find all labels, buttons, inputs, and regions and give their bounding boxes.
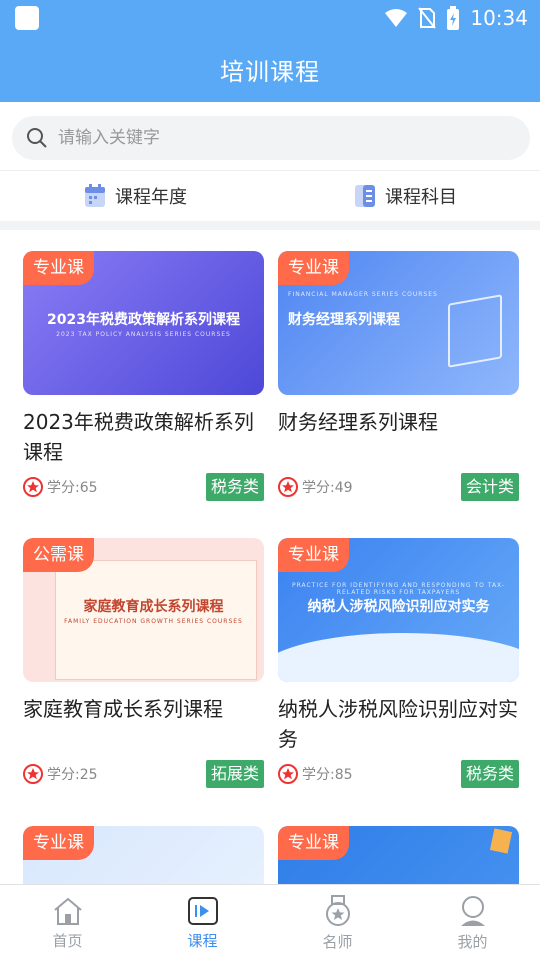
course-card[interactable]: 2023年税费政策解析系列课程 2023 TAX POLICY ANALYSIS… [23,251,264,501]
thumbnail-title: 纳税人涉税风险识别应对实务 [307,599,490,615]
course-type-badge: 公需课 [23,538,94,572]
thumbnail-title: 2023年税费政策解析系列课程 [47,312,240,328]
course-card[interactable]: 纳税人涉税风险识别应对实务 PRACTICE FOR IDENTIFYING A… [278,538,519,788]
course-credit: 学分:65 [23,477,98,497]
wave-illustration [278,633,519,682]
course-thumbnail: 专业课 [23,826,264,884]
bottom-tab-bar: 首页 课程 名师 我的 [0,884,540,961]
star-badge-icon [23,764,43,784]
star-badge-icon [23,477,43,497]
course-type-badge: 专业课 [278,826,349,860]
course-type-badge: 专业课 [23,251,94,285]
filter-bar: 课程年度 课程科目 [0,170,540,221]
course-thumbnail: 专业课 [278,826,519,884]
credit-text: 学分:25 [47,767,98,783]
home-icon [53,897,82,925]
filter-course-year[interactable]: 课程年度 [0,171,270,221]
title-bar: 培训课程 [0,36,540,102]
credit-text: 学分:49 [302,480,353,496]
credit-text: 学分:85 [302,767,353,783]
course-list: 2023年税费政策解析系列课程 2023 TAX POLICY ANALYSIS… [0,230,540,884]
filter-label: 课程年度 [115,187,187,208]
battery-icon [447,6,460,30]
tab-label: 课程 [187,931,218,950]
course-card[interactable]: 专业课 [23,826,264,884]
medal-icon [325,894,350,926]
wifi-icon [385,9,408,27]
course-card[interactable]: 财务经理系列课程 FINANCIAL MANAGER SERIES COURSE… [278,251,519,501]
chart-illustration [448,294,502,368]
no-sim-icon [418,7,437,29]
course-thumbnail: 2023年税费政策解析系列课程 2023 TAX POLICY ANALYSIS… [23,251,264,395]
tab-teachers[interactable]: 名师 [270,885,405,961]
list-icon [355,185,375,207]
thumbnail-subtitle: FINANCIAL MANAGER SERIES COURSES [288,291,438,298]
thumbnail-subtitle: 2023 TAX POLICY ANALYSIS SERIES COURSES [56,331,231,338]
page-title: 培训课程 [220,57,320,86]
tab-profile[interactable]: 我的 [405,885,540,961]
category-tag: 税务类 [460,760,519,788]
thumbnail-title: 家庭教育成长系列课程 [83,599,224,615]
course-card[interactable]: 专业课 [278,826,519,884]
tab-courses[interactable]: 课程 [135,885,270,961]
star-badge-icon [278,764,298,784]
course-card[interactable]: 家庭教育成长系列课程 FAMILY EDUCATION GROWTH SERIE… [23,538,264,788]
category-tag: 会计类 [460,473,519,501]
course-title: 2023年税费政策解析系列课程 [23,410,254,464]
note-illustration [489,828,513,854]
filter-label: 课程科目 [385,187,457,208]
tab-home[interactable]: 首页 [0,885,135,961]
course-type-badge: 专业课 [278,251,349,285]
course-thumbnail: 纳税人涉税风险识别应对实务 PRACTICE FOR IDENTIFYING A… [278,538,519,682]
status-time: 10:34 [470,6,528,30]
tab-label: 首页 [52,931,83,950]
tab-label: 我的 [457,932,488,951]
course-thumbnail: 财务经理系列课程 FINANCIAL MANAGER SERIES COURSE… [278,251,519,395]
course-credit: 学分:85 [278,764,353,784]
thumbnail-subtitle: FAMILY EDUCATION GROWTH SERIES COURSES [64,618,243,625]
search-input[interactable] [56,127,500,149]
course-title: 财务经理系列课程 [278,410,438,434]
course-type-badge: 专业课 [23,826,94,860]
category-tag: 税务类 [205,473,264,501]
star-badge-icon [278,477,298,497]
tab-label: 名师 [322,932,353,951]
status-icons: 10:34 [384,4,528,32]
course-title: 纳税人涉税风险识别应对实务 [278,697,518,751]
thumbnail-title: 财务经理系列课程 [288,312,400,328]
course-credit: 学分:25 [23,764,98,784]
course-credit: 学分:49 [278,477,353,497]
status-bar: 10:34 [0,0,540,36]
category-tag: 拓展类 [205,760,264,788]
notification-icon [15,6,39,30]
filter-course-subject[interactable]: 课程科目 [270,171,540,221]
play-icon [187,896,218,925]
thumbnail-subtitle: PRACTICE FOR IDENTIFYING AND RESPONDING … [291,582,506,596]
course-thumbnail: 家庭教育成长系列课程 FAMILY EDUCATION GROWTH SERIE… [23,538,264,682]
search-section [0,102,540,170]
user-icon [460,895,485,926]
course-type-badge: 专业课 [278,538,349,572]
course-title: 家庭教育成长系列课程 [23,697,223,721]
search-icon [27,128,47,148]
credit-text: 学分:65 [47,480,98,496]
calendar-icon [85,184,105,207]
search-box[interactable] [12,116,530,160]
